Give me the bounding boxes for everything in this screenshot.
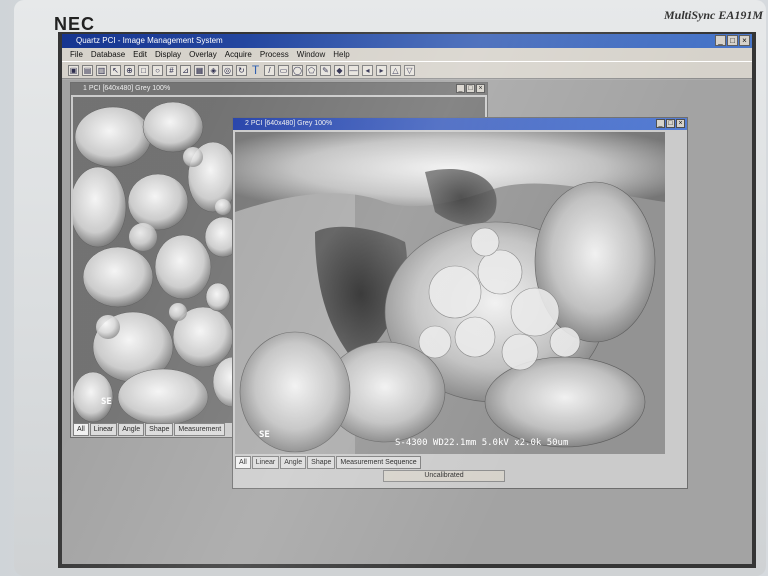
histogram-icon[interactable]: ▦ xyxy=(194,64,205,76)
image-window-2-controls: _ □ × xyxy=(656,119,685,128)
grid-icon[interactable]: # xyxy=(166,64,177,76)
image-2-signal-label: SE xyxy=(259,430,270,440)
tab-linear[interactable]: Linear xyxy=(89,423,118,436)
tab-angle-2[interactable]: Angle xyxy=(280,456,307,469)
rect-select-icon[interactable]: □ xyxy=(138,64,149,76)
rotate-icon[interactable]: ↻ xyxy=(236,64,247,76)
monitor-bezel: NEC MultiSync EA191M Quartz PCI - Image … xyxy=(14,0,766,576)
menu-acquire[interactable]: Acquire xyxy=(225,48,252,61)
sem-texture-2 xyxy=(235,132,665,454)
filter-icon[interactable]: ◈ xyxy=(208,64,219,76)
image-window-1-title[interactable]: 1 PCI [640x480] Grey 100% xyxy=(71,83,487,95)
maximize-button[interactable]: □ xyxy=(727,35,738,46)
menu-process[interactable]: Process xyxy=(260,48,289,61)
menu-window[interactable]: Window xyxy=(297,48,325,61)
pen-icon[interactable]: ✎ xyxy=(320,64,331,76)
child2-close-button[interactable]: × xyxy=(676,119,685,128)
tab-all[interactable]: All xyxy=(73,423,89,436)
window-controls: _ □ × xyxy=(715,35,750,46)
chevron-down-icon[interactable]: ▽ xyxy=(404,64,415,76)
fill-icon[interactable]: ◆ xyxy=(334,64,345,76)
save-icon[interactable]: ▤ xyxy=(82,64,93,76)
child1-close-button[interactable]: × xyxy=(476,84,485,93)
ellipse-select-icon[interactable]: ○ xyxy=(152,64,163,76)
measure-icon[interactable]: ⊿ xyxy=(180,64,191,76)
monitor-screen: Quartz PCI - Image Management System _ □… xyxy=(58,32,756,568)
polygon-icon[interactable]: ⬠ xyxy=(306,64,317,76)
tab-measurement[interactable]: Measurement xyxy=(174,423,226,436)
magnify-icon[interactable]: ◎ xyxy=(222,64,233,76)
pointer-icon[interactable]: ↖ xyxy=(110,64,121,76)
circle-icon[interactable]: ◯ xyxy=(292,64,303,76)
print-icon[interactable]: ▥ xyxy=(96,64,107,76)
line-style-icon[interactable]: — xyxy=(348,64,359,76)
child2-maximize-button[interactable]: □ xyxy=(666,119,675,128)
tab-all-2[interactable]: All xyxy=(235,456,251,469)
image-window-2-title[interactable]: 2 PCI [640x480] Grey 100% xyxy=(233,118,687,130)
triangle-icon[interactable]: △ xyxy=(390,64,401,76)
image-window-1-controls: _ □ × xyxy=(456,84,485,93)
image-window-2[interactable]: 2 PCI [640x480] Grey 100% _ □ × SE S-430… xyxy=(232,117,688,489)
child1-maximize-button[interactable]: □ xyxy=(466,84,475,93)
minimize-button[interactable]: _ xyxy=(715,35,726,46)
sem-image-2[interactable]: SE S-4300 WD22.1mm 5.0kV x2.0k 50um xyxy=(235,132,665,454)
monitor-model: MultiSync EA191M xyxy=(664,8,764,22)
tab-shape-2[interactable]: Shape xyxy=(307,456,336,469)
menu-file[interactable]: File xyxy=(70,48,83,61)
app-titlebar[interactable]: Quartz PCI - Image Management System _ □… xyxy=(62,34,752,48)
zoom-icon[interactable]: ⊕ xyxy=(124,64,135,76)
image-2-scale-bar-text: S-4300 WD22.1mm 5.0kV x2.0k 50um xyxy=(395,438,569,448)
tab-linear-2[interactable]: Linear xyxy=(251,456,280,469)
child2-minimize-button[interactable]: _ xyxy=(656,119,665,128)
menu-bar: File Database Edit Display Overlay Acqui… xyxy=(62,48,752,61)
open-icon[interactable]: ▣ xyxy=(68,64,79,76)
app-title: Quartz PCI - Image Management System xyxy=(76,36,223,45)
menu-overlay[interactable]: Overlay xyxy=(189,48,217,61)
arrow-left-icon[interactable]: ◂ xyxy=(362,64,373,76)
arrow-right-icon[interactable]: ▸ xyxy=(376,64,387,76)
rectangle-icon[interactable]: ▭ xyxy=(278,64,289,76)
menu-help[interactable]: Help xyxy=(333,48,349,61)
text-tool-icon[interactable]: T xyxy=(250,64,261,76)
image-2-tabs: All Linear Angle Shape Measurement Seque… xyxy=(235,456,421,469)
tab-shape[interactable]: Shape xyxy=(145,423,174,436)
line-icon[interactable]: / xyxy=(264,64,275,76)
child1-minimize-button[interactable]: _ xyxy=(456,84,465,93)
image-1-signal-label: SE xyxy=(101,397,112,407)
menu-display[interactable]: Display xyxy=(155,48,181,61)
menu-database[interactable]: Database xyxy=(91,48,125,61)
app-window: Quartz PCI - Image Management System _ □… xyxy=(62,34,752,564)
close-button[interactable]: × xyxy=(739,35,750,46)
toolbar: ▣ ▤ ▥ ↖ ⊕ □ ○ # ⊿ ▦ ◈ ◎ ↻ T / ▭ ◯ ⬠ ✎ ◆ xyxy=(62,61,752,79)
tab-measurement-sequence[interactable]: Measurement Sequence xyxy=(336,456,421,469)
menu-edit[interactable]: Edit xyxy=(133,48,147,61)
tab-angle[interactable]: Angle xyxy=(118,423,145,436)
mdi-client: 1 PCI [640x480] Grey 100% _ □ × SE All L… xyxy=(62,80,752,564)
calibration-status: Uncalibrated xyxy=(383,470,505,482)
image-1-tabs: All Linear Angle Shape Measurement xyxy=(73,423,226,436)
